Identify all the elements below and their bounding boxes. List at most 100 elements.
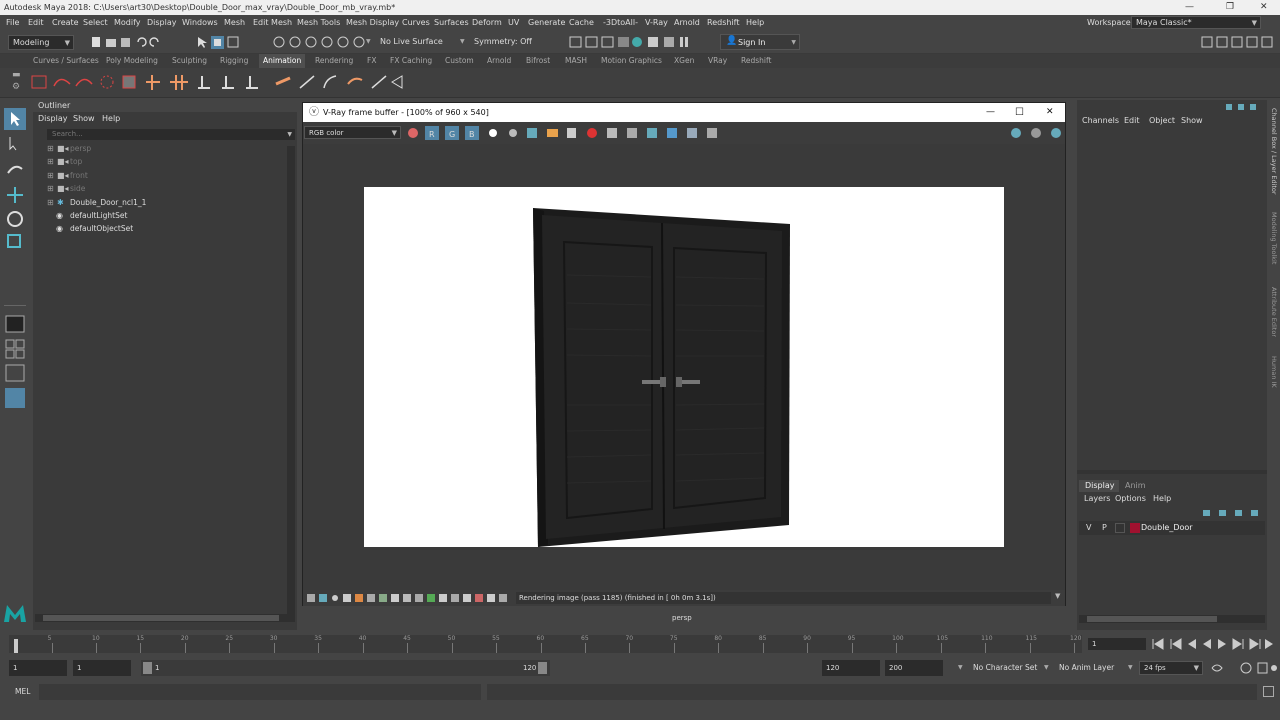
layer-tab-display[interactable]: Display: [1079, 480, 1119, 492]
chevron-down-icon[interactable]: ▼: [366, 35, 371, 49]
playback-start-field[interactable]: 1: [73, 660, 131, 676]
range-start-handle[interactable]: [143, 662, 152, 674]
shelf-tab-motion-graphics[interactable]: Motion Graphics: [601, 54, 662, 68]
maximize-button[interactable]: ❐: [1226, 0, 1234, 15]
menu-generate[interactable]: Generate: [528, 15, 565, 30]
layer-menu-layers[interactable]: Layers: [1084, 492, 1110, 506]
symmetry-label[interactable]: Symmetry: Off: [474, 35, 532, 49]
menu-cache[interactable]: Cache: [569, 15, 594, 30]
expand-icon[interactable]: ⊞: [47, 169, 54, 182]
shelf-tab-poly-modeling[interactable]: Poly Modeling: [106, 54, 158, 68]
menu-show[interactable]: Show: [1181, 114, 1203, 128]
layout-toggle-icons[interactable]: [1200, 35, 1278, 50]
time-slider[interactable]: 5 10 15 20 25 30 35 40 45 50 55 60 65 70 75 80 85 90 95 100…: [0, 630, 1280, 656]
fps-dropdown[interactable]: 24 fps ▼: [1139, 661, 1203, 675]
select-tool-button[interactable]: [4, 108, 26, 130]
vfb-close-button[interactable]: ✕: [1046, 103, 1054, 122]
menu-mesh-display[interactable]: Mesh Display: [346, 15, 399, 30]
shelf-tab-animation[interactable]: Animation: [259, 54, 306, 68]
menu-modify[interactable]: Modify: [114, 15, 141, 30]
side-tab-modeling-toolkit[interactable]: Modeling Toolkit: [1269, 212, 1278, 264]
chevron-down-icon[interactable]: ▼: [958, 658, 963, 678]
layer-action-icons[interactable]: [1197, 507, 1265, 519]
vfb-history-icons[interactable]: [305, 592, 513, 604]
playback-end-field[interactable]: 120: [822, 660, 880, 676]
close-button[interactable]: ✕: [1260, 0, 1268, 15]
panel-splitter[interactable]: [1077, 470, 1267, 474]
menu-3dtoall[interactable]: -3DtoAll-: [603, 15, 638, 30]
side-tab-human-ik[interactable]: Human IK: [1269, 356, 1278, 388]
shelf-tab-vray[interactable]: VRay: [708, 54, 727, 68]
snap-tools-icons[interactable]: [272, 35, 367, 50]
layer-type-toggle[interactable]: [1115, 523, 1125, 533]
shelf-tab-fx-caching[interactable]: FX Caching: [390, 54, 432, 68]
end-time-field[interactable]: 200: [885, 660, 943, 676]
timeline-track[interactable]: 5 10 15 20 25 30 35 40 45 50 55 60 65 70 75 80 85 90 95 100…: [9, 635, 1082, 653]
chevron-down-icon[interactable]: ▼: [1044, 658, 1049, 678]
menu-uv[interactable]: UV: [508, 15, 519, 30]
menu-edit[interactable]: Edit: [1124, 114, 1140, 128]
shelf-tab-curves-surfaces[interactable]: Curves / Surfaces: [33, 54, 99, 68]
layer-tab-anim[interactable]: Anim: [1121, 480, 1155, 492]
outliner-scrollbar[interactable]: [287, 146, 295, 622]
transform-tools-icons[interactable]: [5, 135, 25, 250]
vfb-right-icons[interactable]: [1009, 126, 1065, 140]
render-area[interactable]: [303, 144, 1065, 590]
side-tab-channel-box[interactable]: Channel Box / Layer Editor: [1269, 108, 1278, 195]
expand-icon[interactable]: ⊞: [47, 155, 54, 168]
mel-input[interactable]: [39, 684, 481, 700]
expand-icon[interactable]: ▼: [1055, 592, 1060, 600]
shelf-menu-icon[interactable]: ▬: [12, 70, 21, 80]
menu-curves[interactable]: Curves: [402, 15, 430, 30]
outliner-item[interactable]: ◉ defaultObjectSet: [47, 222, 287, 235]
outliner-item[interactable]: ⊞ ■◂ front: [47, 169, 287, 182]
menu-display[interactable]: Display: [147, 15, 177, 30]
menu-arnold[interactable]: Arnold: [674, 15, 700, 30]
layer-row[interactable]: V P Double_Door: [1079, 521, 1265, 535]
start-time-field[interactable]: 1: [9, 660, 67, 676]
character-set-menu[interactable]: No Character Set: [973, 658, 1037, 678]
minimize-button[interactable]: —: [1185, 0, 1194, 15]
outliner-search-field[interactable]: Search... ▼: [47, 129, 295, 140]
outliner-menu-display[interactable]: Display: [38, 112, 68, 126]
shelf-tab-mash[interactable]: MASH: [565, 54, 587, 68]
expand-icon[interactable]: ⊞: [47, 196, 54, 209]
menu-help[interactable]: Help: [746, 15, 764, 30]
menu-file[interactable]: File: [6, 15, 19, 30]
range-bar[interactable]: 1 120: [141, 660, 550, 676]
shelf-tab-fx[interactable]: FX: [367, 54, 376, 68]
outliner-menu-show[interactable]: Show: [73, 112, 95, 126]
script-editor-icon[interactable]: [1263, 686, 1274, 697]
layer-menu-help[interactable]: Help: [1153, 492, 1171, 506]
chevron-down-icon[interactable]: ▼: [1128, 658, 1133, 678]
file-tools-icons[interactable]: [90, 36, 170, 49]
outliner-hscroll-thumb[interactable]: [43, 615, 279, 621]
menu-select[interactable]: Select: [83, 15, 108, 30]
channel-dropdown[interactable]: RGB color ▼: [304, 126, 401, 139]
chevron-down-icon[interactable]: ▼: [460, 35, 465, 49]
channel-box-toggle-icons[interactable]: [1224, 102, 1266, 112]
current-time-marker[interactable]: [14, 639, 18, 653]
outliner-item[interactable]: ⊞ ■◂ side: [47, 182, 287, 195]
layer-visibility-toggle[interactable]: V: [1086, 521, 1091, 535]
mel-label[interactable]: MEL: [15, 682, 30, 702]
render-tools-icons[interactable]: [568, 35, 693, 50]
range-end-handle[interactable]: [538, 662, 547, 674]
outliner-item[interactable]: ⊞ ■◂ persp: [47, 142, 287, 155]
playback-controls[interactable]: [1150, 637, 1276, 651]
mode-dropdown[interactable]: Modeling ▼: [8, 35, 74, 50]
menu-edit[interactable]: Edit: [28, 15, 44, 30]
shelf-tab-sculpting[interactable]: Sculpting: [172, 54, 207, 68]
menu-channels[interactable]: Channels: [1082, 114, 1119, 128]
layer-hscrollbar[interactable]: [1079, 615, 1265, 623]
shelf-tab-custom[interactable]: Custom: [445, 54, 474, 68]
vfb-minimize-button[interactable]: —: [986, 103, 995, 122]
shelf-tab-arnold[interactable]: Arnold: [487, 54, 511, 68]
expand-icon[interactable]: ⊞: [47, 182, 54, 195]
selection-mask-icons[interactable]: [195, 35, 255, 50]
shelf-tab-rigging[interactable]: Rigging: [220, 54, 248, 68]
anim-layer-menu[interactable]: No Anim Layer: [1059, 658, 1114, 678]
playback-option-icons[interactable]: [1210, 661, 1278, 675]
current-frame-field[interactable]: 1: [1088, 638, 1146, 650]
expand-icon[interactable]: ⊞: [47, 142, 54, 155]
